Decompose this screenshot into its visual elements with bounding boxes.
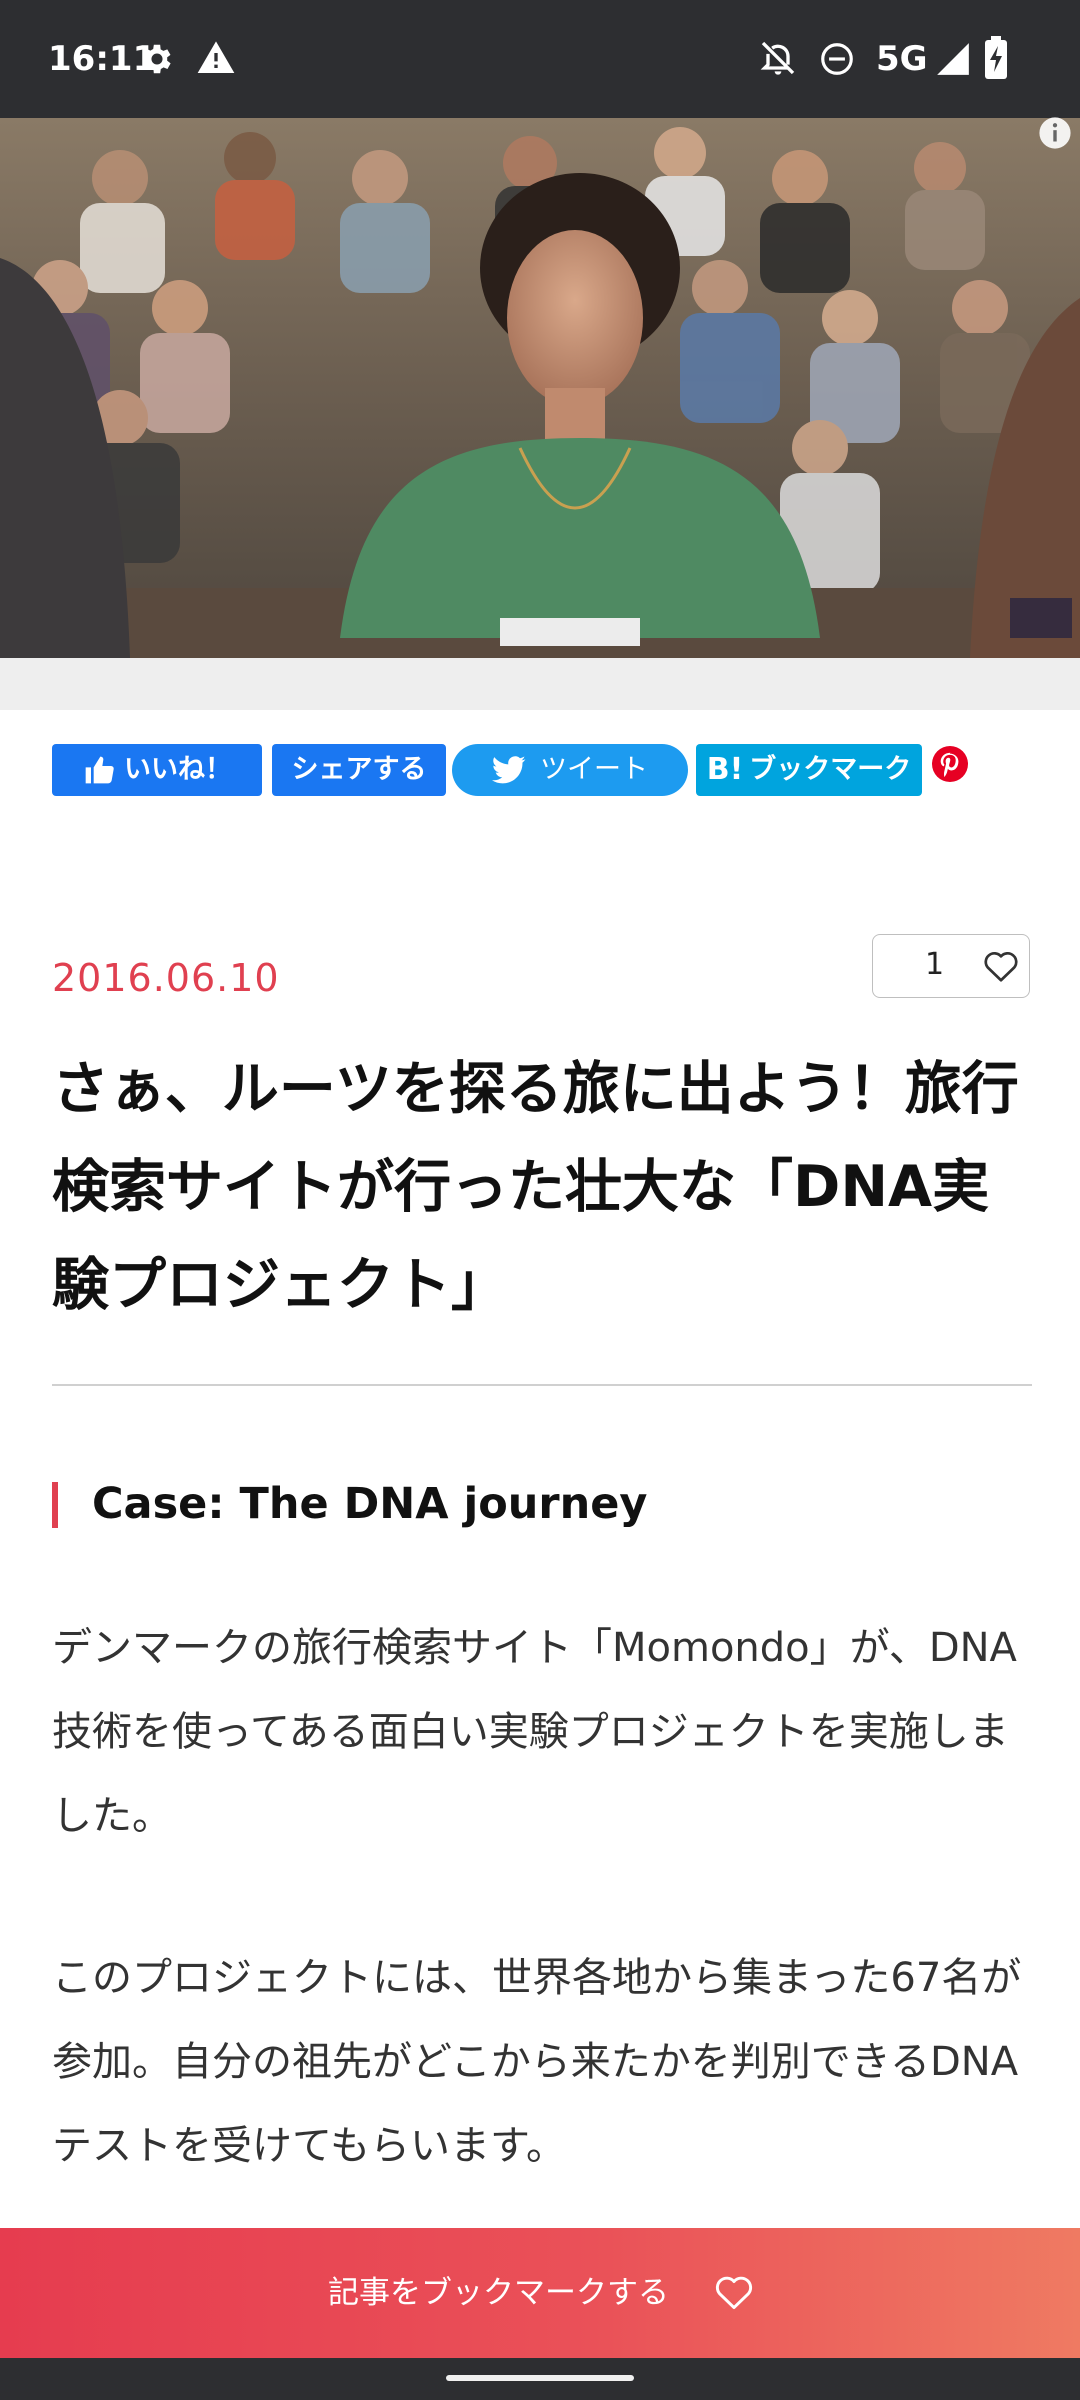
do-not-disturb-icon: [821, 43, 853, 75]
thumbs-up-icon: [85, 756, 114, 784]
facebook-like-label: いいね！: [124, 754, 232, 785]
hatena-mark: B!: [706, 752, 744, 787]
hatena-label: ブックマーク: [749, 754, 912, 785]
hero-image[interactable]: [0, 118, 1080, 658]
twitter-bird-icon: [492, 756, 526, 784]
hatena-bookmark-button[interactable]: B! ブックマーク: [696, 744, 922, 796]
status-bar: 16:11 5G: [0, 0, 1080, 118]
hero-photo: [0, 118, 1080, 658]
section-heading: Case: The DNA journey: [92, 1479, 648, 1529]
tweet-button[interactable]: ツイート: [452, 744, 688, 796]
pinterest-icon[interactable]: [932, 746, 968, 782]
battery-charging-icon: [985, 36, 1007, 79]
warning-icon: [197, 41, 235, 73]
navigation-bar: [0, 2358, 1080, 2400]
info-icon[interactable]: [1038, 116, 1072, 150]
gesture-handle[interactable]: [446, 2375, 634, 2381]
like-button[interactable]: 1: [872, 934, 1030, 998]
signal-icon: [937, 43, 969, 75]
bell-off-icon: [760, 41, 795, 75]
article-date: 2016.06.10: [52, 956, 280, 1000]
gear-icon: [143, 44, 171, 74]
heart-icon: [715, 2276, 753, 2310]
section-heading-marker: [52, 1482, 58, 1528]
tweet-label: ツイート: [540, 754, 648, 785]
title-divider: [52, 1384, 1032, 1386]
like-count: 1: [925, 947, 945, 982]
facebook-like-button[interactable]: いいね！: [52, 744, 262, 796]
network-type: 5G: [876, 39, 928, 79]
article-paragraph: このプロジェクトには、世界各地から集まった67名が参加。自分の祖先がどこから来た…: [52, 1955, 1022, 2169]
article-paragraph: デンマークの旅行検索サイト「Momondo」が、DNA技術を使ってある面白い実験…: [52, 1625, 1017, 1839]
bookmark-article-button[interactable]: 記事をブックマークする: [0, 2228, 1080, 2358]
bookmark-article-label: 記事をブックマークする: [328, 2275, 669, 2311]
hero-caption-area: [0, 658, 1080, 710]
article-title: さぁ、ルーツを探る旅に出よう！旅行検索サイトが行った壮大な「DNA実験プロジェク…: [52, 1056, 1019, 1318]
facebook-share-button[interactable]: シェアする: [272, 744, 446, 796]
heart-icon: [984, 952, 1018, 982]
